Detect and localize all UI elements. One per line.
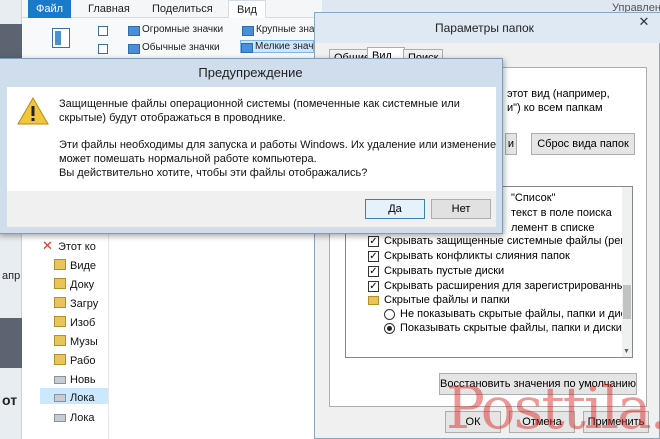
- scrollbar-thumb[interactable]: [623, 285, 631, 319]
- setting-row[interactable]: текст в поле поиска: [511, 206, 612, 221]
- warning-message-line: Защищенные файлы операционной системы (п…: [59, 98, 460, 110]
- tab-home[interactable]: Главная: [80, 0, 138, 18]
- nav-item-this-pc[interactable]: ✕ Этот ко: [42, 238, 96, 254]
- tab-view[interactable]: Вид: [228, 0, 266, 18]
- nav-item-downloads[interactable]: Загру: [54, 296, 98, 312]
- folder-icon: [368, 296, 379, 305]
- folder-icon: [54, 354, 66, 365]
- scroll-down-icon[interactable]: ▼: [623, 348, 630, 355]
- checkbox-checked[interactable]: ✓: [368, 266, 379, 277]
- drive-icon: [54, 394, 66, 402]
- this-pc-icon: ✕: [42, 238, 53, 253]
- checkbox-checked[interactable]: ✓: [368, 281, 379, 292]
- folder-icon: [54, 297, 66, 308]
- thumbnail-label: апр: [2, 270, 21, 282]
- navigation-pane-icon[interactable]: [52, 28, 70, 48]
- radio-button-selected[interactable]: [384, 323, 395, 334]
- nav-item-documents[interactable]: Доку: [54, 277, 94, 293]
- warning-title[interactable]: Предупреждение: [0, 59, 502, 87]
- close-icon[interactable]: ✕: [633, 13, 655, 31]
- reset-folders-button[interactable]: Сброс вида папок: [531, 133, 635, 155]
- nav-item-music[interactable]: Музы: [54, 334, 98, 350]
- folder-icon: [54, 278, 66, 289]
- dialog-titlebar[interactable]: Параметры папок ✕: [315, 13, 660, 43]
- warning-message-line: скрытые) будут отображаться в проводнике…: [59, 112, 286, 124]
- tab-file[interactable]: Файл: [28, 0, 72, 18]
- yes-button[interactable]: Да: [365, 199, 425, 219]
- nav-item-pictures[interactable]: Изоб: [54, 315, 95, 331]
- warning-question: Вы действительно хотите, чтобы эти файлы…: [59, 167, 368, 179]
- folder-icon: [54, 335, 66, 346]
- ribbon-tabs: Файл Главная Поделиться Вид: [22, 0, 322, 18]
- view-medium-icons[interactable]: Обычные значки: [128, 42, 220, 54]
- nav-item-local-disk-1[interactable]: Лока: [54, 390, 95, 406]
- details-pane-icon[interactable]: [98, 44, 108, 54]
- folder-icon: [54, 316, 66, 327]
- warning-button-bar: Да Нет: [7, 191, 496, 227]
- warning-message-line: может помешать нормальной работе компьют…: [59, 153, 317, 165]
- preview-pane-icon[interactable]: [98, 26, 108, 36]
- no-button[interactable]: Нет: [431, 199, 491, 219]
- radio-button[interactable]: [384, 309, 395, 320]
- view-large-icons[interactable]: Крупные знач: [242, 24, 319, 36]
- folder-icon: [54, 259, 66, 270]
- scrollbar[interactable]: ▼: [622, 187, 632, 357]
- thumbnail-label: от: [2, 392, 18, 408]
- warning-message-line: Эти файлы необходимы для запуска и работ…: [59, 139, 497, 151]
- thumbnail-image: [0, 24, 22, 60]
- watermark-text: Posttila.ru: [446, 374, 660, 439]
- warning-dialog: Предупреждение Защищенные файлы операцио…: [0, 58, 503, 234]
- folder-views-description: этот вид (например, и") ко всем папкам: [507, 88, 610, 114]
- nav-item-desktop[interactable]: Рабо: [54, 353, 96, 369]
- tab-share[interactable]: Поделиться: [144, 0, 221, 18]
- view-small-icons[interactable]: Мелкие знач: [240, 40, 315, 53]
- drive-icon: [54, 414, 66, 422]
- nav-item-local-disk-2[interactable]: Лока: [54, 410, 95, 426]
- drive-icon: [54, 376, 66, 384]
- setting-row[interactable]: "Список": [511, 191, 555, 206]
- apply-to-folders-button[interactable]: и: [505, 133, 517, 155]
- dialog-title: Параметры папок: [435, 21, 534, 35]
- warning-body: Защищенные файлы операционной системы (п…: [7, 87, 496, 191]
- thumbnail-image: [0, 318, 22, 368]
- nav-item-videos[interactable]: Виде: [54, 258, 96, 274]
- watermark: Posttila.ru: [440, 372, 660, 439]
- checkbox-checked[interactable]: ✓: [368, 251, 379, 262]
- warning-icon: [17, 97, 49, 125]
- view-extra-large-icons[interactable]: Огромные значки: [128, 24, 223, 36]
- nav-item-new-volume[interactable]: Новь: [54, 372, 96, 388]
- checkbox-checked[interactable]: ✓: [368, 236, 379, 247]
